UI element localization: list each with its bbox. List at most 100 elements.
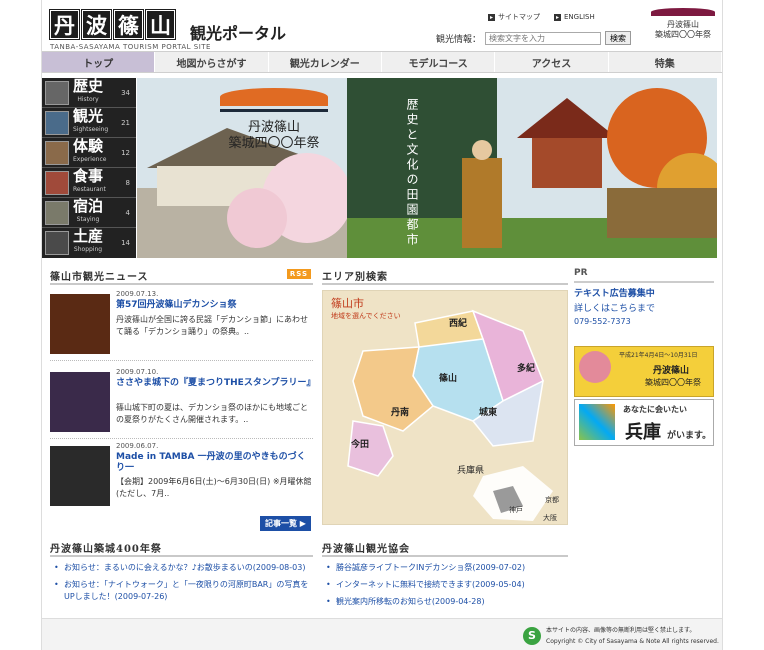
city-kobe: 神戸 <box>509 506 523 514</box>
nav-access[interactable]: アクセス <box>495 52 609 72</box>
banner2-big: 兵庫 <box>625 422 661 443</box>
mascot-icon <box>579 351 611 383</box>
pr-box: PR テキスト広告募集中 詳しくはこちらまで 079-552-7373 <box>574 268 714 326</box>
association-title: 丹波篠山観光協会 <box>322 544 410 555</box>
menu-staying[interactable]: 宿泊 Staying 4 <box>42 198 136 228</box>
hero-vertical-text: 歴史と文化の田園都市 <box>405 98 419 248</box>
news-thumbnail <box>50 294 110 354</box>
menu-count: 12 <box>121 148 130 157</box>
search-input[interactable] <box>485 31 602 45</box>
region-taki[interactable]: 多紀 <box>517 361 535 374</box>
utility-links: ▸ サイトマップ ▸ ENGLISH <box>488 12 595 22</box>
logo-char: 波 <box>81 9 112 40</box>
badge-arc <box>651 8 715 16</box>
news-title-link[interactable]: ささやま城下の『夏まつりTHEスタンプラリー』 <box>116 378 316 389</box>
menu-history[interactable]: 歴史 History 34 <box>42 78 136 108</box>
map-illustration <box>347 309 553 521</box>
region-sasayama[interactable]: 篠山 <box>439 371 457 384</box>
festival-news-link[interactable]: お知らせ：まるいのに会えるかな？♪お散歩まるいの(2009-08-03) <box>54 562 310 574</box>
history-thumbnail-icon <box>45 80 69 105</box>
news-body: 篠山城下町の夏は、デカンショ祭のほかにも地域ごとの夏祭りがたくさん開催されます。… <box>116 403 308 424</box>
menu-en: Experience <box>73 155 107 163</box>
news-item[interactable]: 2009.06.07. Made in TAMBA 一丹波の里のやきものづくり一… <box>50 440 313 513</box>
menu-label: 土産 Shopping <box>73 229 103 257</box>
area-heading: エリア別検索 <box>322 268 568 285</box>
menu-shopping[interactable]: 土産 Shopping 14 <box>42 228 136 258</box>
nav-feature[interactable]: 特集 <box>609 52 722 72</box>
menu-count: 4 <box>125 208 130 217</box>
news-more-button[interactable]: 記事一覧 ▶ <box>260 516 311 531</box>
news-item[interactable]: 2009.07.13. 第57回丹波篠山デカンショ祭 丹波篠山が全国に誇る民謡「… <box>50 288 313 361</box>
copyright: 本サイトの内容、画像等の無断利用は堅く禁止します。 Copyright © Ci… <box>546 625 719 647</box>
association-list: 勝谷誠彦ライブトークINデカンショ祭(2009-07-02) インターネットに無… <box>326 562 566 613</box>
rss-badge[interactable]: RSS <box>286 269 311 279</box>
menu-label: 体験 Experience <box>73 138 107 167</box>
menu-sightseeing[interactable]: 観光 Sightseeing 21 <box>42 108 136 138</box>
region-joto[interactable]: 城東 <box>479 405 497 418</box>
association-heading: 丹波篠山観光協会 <box>322 540 568 557</box>
menu-restaurant[interactable]: 食事 Restaurant 8 <box>42 168 136 198</box>
page: 丹 波 篠 山 観光ポータル TANBA-SASAYAMA TOURISM PO… <box>42 0 722 650</box>
news-title-link[interactable]: Made in TAMBA 一丹波の里のやきものづくり一 <box>116 452 312 474</box>
banner2-tail: がいます。 <box>667 431 712 441</box>
sitemap-label: サイトマップ <box>498 13 540 21</box>
hero-banner: 丹波篠山 築城四〇〇年祭 歴史と文化の田園都市 <box>137 78 717 258</box>
association-news-link[interactable]: 観光案内所移転のお知らせ(2009-04-28) <box>326 596 566 608</box>
banner-title: 丹波篠山 <box>653 366 690 376</box>
hyogo-logo-icon <box>579 404 615 440</box>
footer-notice: 本サイトの内容、画像等の無断利用は堅く禁止します。 <box>546 627 696 634</box>
association-news-link[interactable]: インターネットに無料で接続できます(2009-05-04) <box>326 579 566 591</box>
ad-tel: 079-552-7373 <box>574 317 631 326</box>
site-logo[interactable]: 丹 波 篠 山 観光ポータル TANBA-SASAYAMA TOURISM PO… <box>49 9 286 51</box>
staying-thumbnail-icon <box>45 200 69 225</box>
category-menu: 歴史 History 34 観光 Sightseeing 21 体験 Experien… <box>42 78 136 258</box>
nav-map[interactable]: 地図からさがす <box>155 52 269 72</box>
menu-label: 歴史 History <box>73 76 104 107</box>
festival-list: お知らせ：まるいのに会えるかな？♪お散歩まるいの(2009-08-03) お知ら… <box>54 562 310 608</box>
footer-copyright: Copyright © City of Sasayama & Note All … <box>546 638 719 645</box>
news-item[interactable]: 2009.07.10. ささやま城下の『夏まつりTHEスタンプラリー』 篠山城下… <box>50 366 316 439</box>
hyogo-banner[interactable]: あなたに会いたい 兵庫 がいます。 <box>574 399 714 446</box>
ad-link[interactable]: テキスト広告募集中 <box>574 286 714 299</box>
logo-char: 篠 <box>113 9 144 40</box>
shopping-thumbnail-icon <box>45 231 69 255</box>
menu-label: 観光 Sightseeing <box>73 108 109 137</box>
banner-dates: 平成21年4月4日〜10月31日 <box>619 352 698 359</box>
search-button[interactable]: 検索 <box>605 31 632 45</box>
nav-calendar[interactable]: 観光カレンダー <box>269 52 382 72</box>
news-body: 丹波篠山が全国に誇る民謡「デカンショ節」にあわせて踊る「デカンショ踊り」の祭典。… <box>116 315 308 336</box>
menu-jp: 宿泊 <box>73 196 104 215</box>
logo-char: 山 <box>145 9 176 40</box>
banner2-text: あなたに会いたい <box>623 405 687 414</box>
association-news-link[interactable]: 勝谷誠彦ライブトークINデカンショ祭(2009-07-02) <box>326 562 566 574</box>
festival-news-link[interactable]: お知らせ：「ナイトウォーク」と「一夜限りの河原町BAR」の写真をUPしました！(… <box>54 579 310 603</box>
english-link[interactable]: ▸ ENGLISH <box>554 12 595 22</box>
region-tannan[interactable]: 丹南 <box>391 405 409 418</box>
logo-char: 丹 <box>49 9 80 40</box>
global-nav: トップ 地図からさがす 観光カレンダー モデルコース アクセス 特集 <box>42 51 722 73</box>
menu-en: Sightseeing <box>73 125 109 133</box>
menu-jp: 歴史 <box>73 76 104 95</box>
menu-count: 21 <box>121 118 130 127</box>
menu-count: 34 <box>121 88 130 97</box>
festival-heading: 丹波篠山築城400年祭 <box>50 540 313 557</box>
english-label: ENGLISH <box>564 13 595 21</box>
ad-detail-link[interactable]: 詳しくはこちらまで <box>574 301 714 314</box>
festival-banner[interactable]: 平成21年4月4日〜10月31日 丹波篠山 築城四〇〇年祭 <box>574 346 714 397</box>
logo-suffix: 観光ポータル <box>190 24 287 43</box>
region-nishiki[interactable]: 西紀 <box>449 316 467 329</box>
city-kyoto: 京都 <box>545 496 559 504</box>
logo-english: TANBA-SASAYAMA TOURISM PORTAL SITE <box>50 43 211 51</box>
news-thumbnail <box>50 446 110 506</box>
menu-experience[interactable]: 体験 Experience 12 <box>42 138 136 168</box>
news-date: 2009.06.07. <box>116 442 159 450</box>
nav-top[interactable]: トップ <box>42 52 156 72</box>
sightseeing-thumbnail-icon <box>45 110 69 135</box>
nav-model-course[interactable]: モデルコース <box>382 52 496 72</box>
sitemap-link[interactable]: ▸ サイトマップ <box>488 12 540 22</box>
news-body: 【会期】2009年6月6日(土)〜6月30日(日) ※月曜休館(ただし、7月.. <box>116 477 312 498</box>
badge-line2: 築城四〇〇年祭 <box>655 30 711 39</box>
region-konda[interactable]: 今田 <box>351 437 369 450</box>
news-title-link[interactable]: 第57回丹波篠山デカンショ祭 <box>116 300 312 311</box>
festival-badge[interactable]: 丹波篠山 築城四〇〇年祭 <box>650 8 716 46</box>
